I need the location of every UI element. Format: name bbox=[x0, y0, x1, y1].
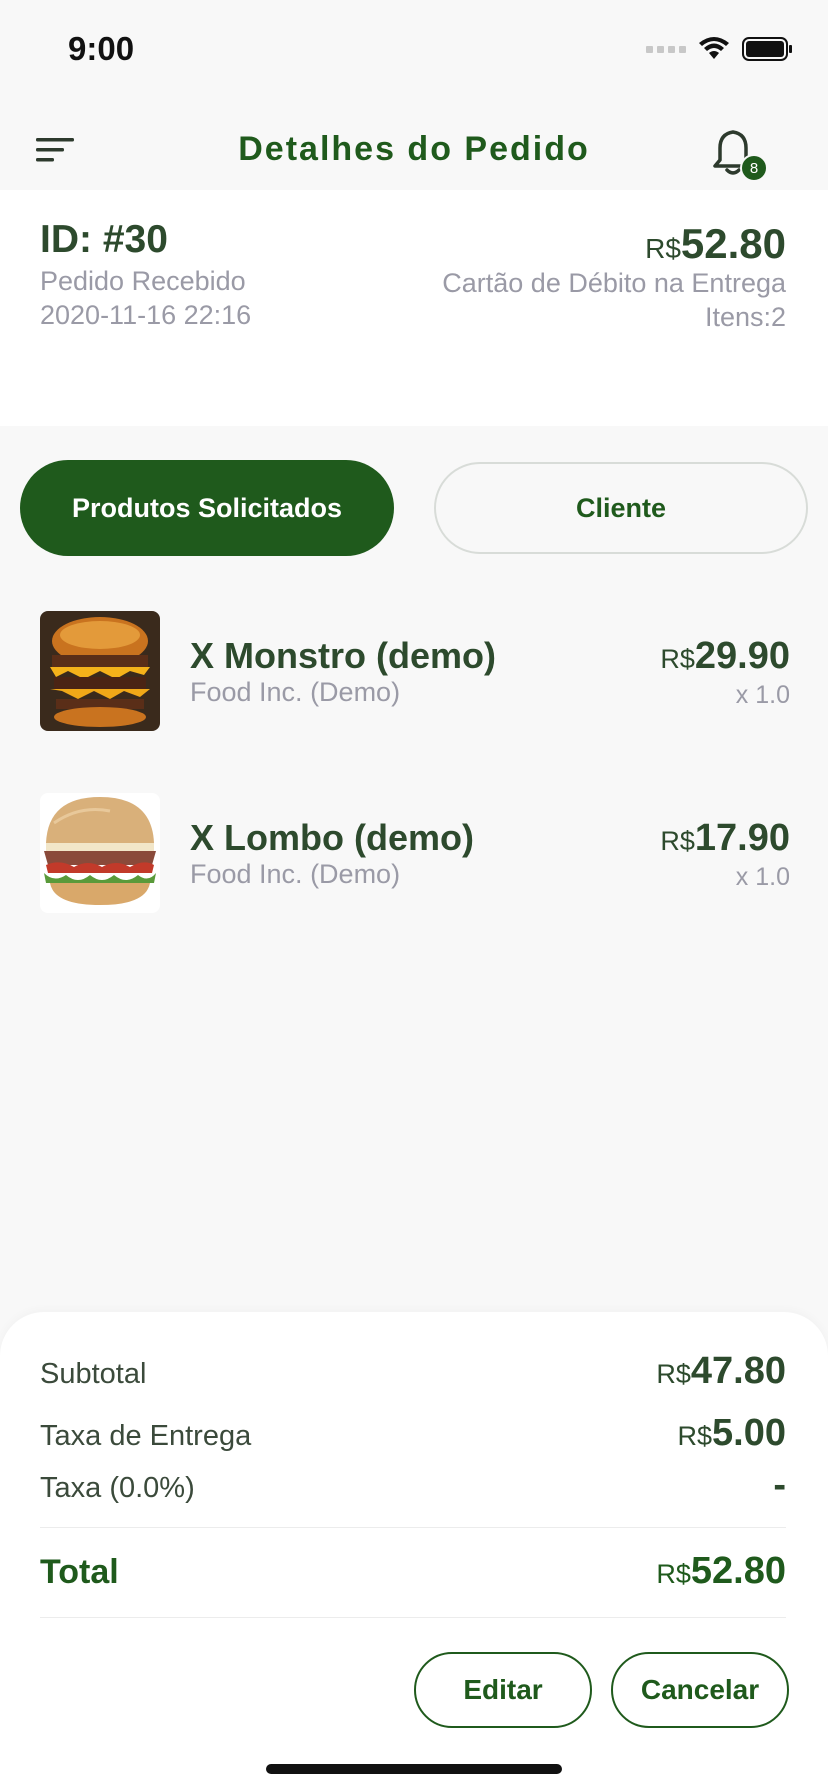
product-price: R$29.90 bbox=[660, 635, 790, 678]
product-quantity: x 1.0 bbox=[735, 681, 790, 709]
currency-symbol: R$ bbox=[660, 644, 695, 674]
delivery-fee-label: Taxa de Entrega bbox=[40, 1420, 252, 1452]
delivery-fee-value: R$5.00 bbox=[678, 1412, 786, 1455]
currency-symbol: R$ bbox=[656, 1559, 691, 1589]
order-total-value: 52.80 bbox=[680, 220, 786, 267]
order-total: R$52.80 bbox=[645, 220, 786, 268]
wifi-icon bbox=[699, 37, 729, 59]
divider bbox=[40, 1527, 786, 1528]
order-id: ID: #30 bbox=[40, 218, 168, 261]
product-item[interactable]: X Monstro (demo) Food Inc. (Demo) R$29.9… bbox=[40, 611, 790, 731]
product-quantity: x 1.0 bbox=[735, 863, 790, 891]
currency-symbol: R$ bbox=[656, 1359, 691, 1389]
product-image bbox=[40, 793, 160, 913]
product-store: Food Inc. (Demo) bbox=[190, 677, 401, 707]
divider bbox=[40, 1617, 786, 1618]
total-row: Total R$52.80 bbox=[40, 1550, 786, 1593]
item-count: Itens:2 bbox=[704, 302, 786, 332]
delivery-fee-amount: 5.00 bbox=[712, 1412, 786, 1454]
order-card: ID: #30 Pedido Recebido 2020-11-16 22:16… bbox=[0, 190, 828, 426]
product-price-value: 29.90 bbox=[694, 635, 790, 677]
cancel-button[interactable]: Cancelar bbox=[611, 1652, 789, 1728]
product-name: X Monstro (demo) bbox=[190, 635, 496, 676]
currency-symbol: R$ bbox=[660, 826, 695, 856]
app-header: Detalhes do Pedido 8 bbox=[0, 110, 828, 190]
product-image bbox=[40, 611, 160, 731]
tab-products[interactable]: Produtos Solicitados bbox=[20, 460, 394, 556]
subtotal-value: R$47.80 bbox=[656, 1350, 786, 1393]
total-amount: 52.80 bbox=[690, 1550, 786, 1592]
delivery-fee-row: Taxa de Entrega R$5.00 bbox=[40, 1412, 786, 1455]
product-price-value: 17.90 bbox=[694, 817, 790, 859]
subtotal-label: Subtotal bbox=[40, 1358, 147, 1390]
currency-symbol: R$ bbox=[645, 233, 681, 264]
status-time: 9:00 bbox=[68, 30, 135, 67]
battery-icon bbox=[742, 37, 792, 61]
tab-client[interactable]: Cliente bbox=[434, 462, 808, 554]
product-price: R$17.90 bbox=[660, 817, 790, 860]
subtotal-row: Subtotal R$47.80 bbox=[40, 1350, 786, 1393]
home-indicator[interactable] bbox=[266, 1764, 562, 1774]
status-bar: 9:00 bbox=[0, 0, 828, 100]
tax-row: Taxa (0.0%) - bbox=[40, 1464, 786, 1507]
payment-method: Cartão de Débito na Entrega bbox=[442, 268, 786, 298]
tax-value: - bbox=[773, 1464, 786, 1506]
notification-badge: 8 bbox=[740, 154, 768, 182]
order-status: Pedido Recebido bbox=[40, 266, 246, 296]
edit-button[interactable]: Editar bbox=[414, 1652, 592, 1728]
product-store: Food Inc. (Demo) bbox=[190, 859, 401, 889]
page-title: Detalhes do Pedido bbox=[238, 130, 590, 168]
currency-symbol: R$ bbox=[677, 1421, 713, 1451]
product-name: X Lombo (demo) bbox=[190, 817, 474, 858]
order-date: 2020-11-16 22:16 bbox=[40, 300, 252, 330]
tax-label: Taxa (0.0%) bbox=[40, 1472, 195, 1504]
total-value: R$52.80 bbox=[656, 1550, 786, 1593]
total-label: Total bbox=[40, 1553, 119, 1591]
signal-icon bbox=[646, 45, 686, 53]
status-icons bbox=[646, 36, 794, 62]
subtotal-amount: 47.80 bbox=[690, 1350, 786, 1392]
product-item[interactable]: X Lombo (demo) Food Inc. (Demo) R$17.90 … bbox=[40, 793, 790, 913]
